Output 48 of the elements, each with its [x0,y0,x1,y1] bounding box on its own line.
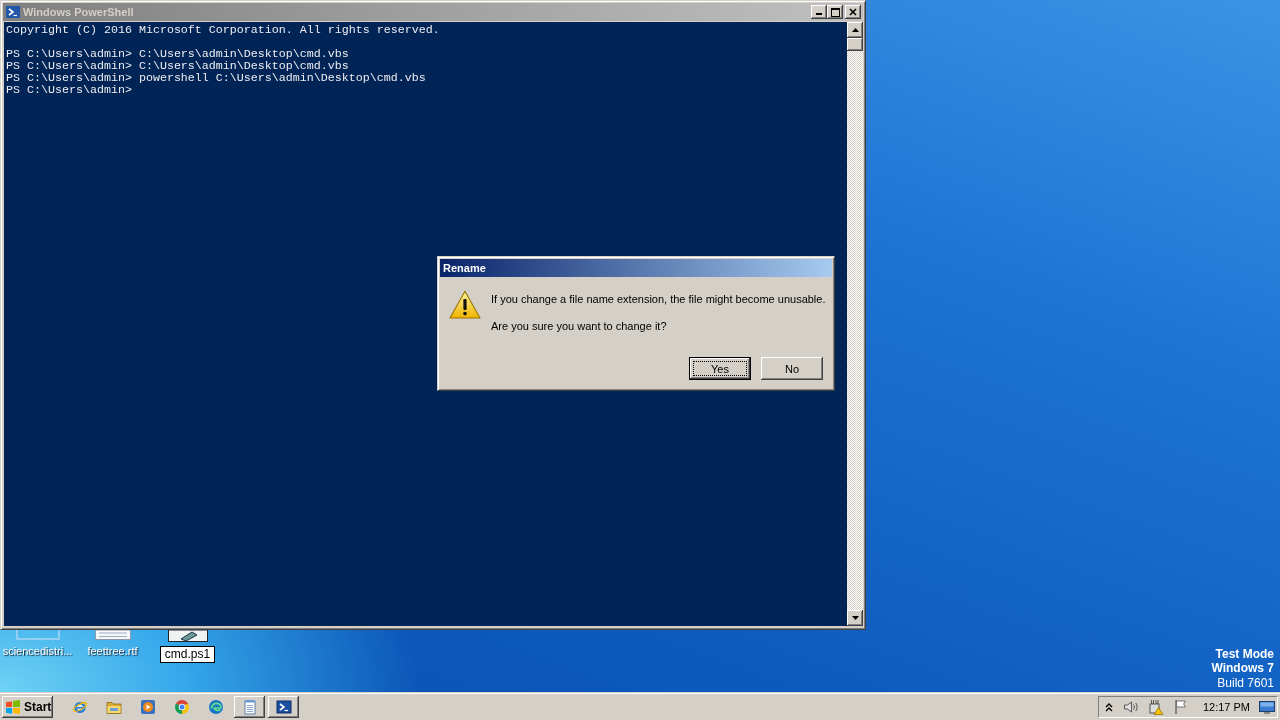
console-line: PS C:\Users\admin> powershell C:\Users\admin\Desktop\cmd.vbs [6,72,426,84]
dialog-button[interactable]: No [761,357,823,380]
close-icon [849,8,857,16]
wave-icon[interactable] [208,699,224,715]
arrow-down-icon [851,616,859,620]
folder-icon[interactable] [106,699,122,715]
close-button[interactable] [845,5,861,19]
maximize-button[interactable] [827,5,843,19]
document-icon[interactable] [94,630,131,640]
window-title: Windows PowerShell [23,6,135,18]
network-warning-icon[interactable] [1147,699,1164,715]
console-line: PS C:\Users\admin> [6,84,132,96]
scrollbar[interactable] [847,22,863,626]
console-icon [275,699,292,715]
taskbar-button[interactable] [234,696,265,718]
script-file-icon[interactable] [167,630,208,642]
rename-field[interactable]: cmd.ps1 [159,646,216,663]
taskbar-button[interactable] [268,696,299,718]
maximize-icon [830,7,840,17]
scrollbar-thumb[interactable] [847,38,863,51]
speaker-icon[interactable] [1122,699,1139,715]
minimize-button[interactable] [811,5,827,19]
console-icon [6,6,20,18]
console-line: Copyright (C) 2016 Microsoft Corporation. All rights reserved. [6,24,440,36]
chevron-up-icon[interactable] [1104,702,1113,712]
console-line: PS C:\Users\admin> C:\Users\admin\Desktop\cmd.vbs [6,48,349,60]
play-icon[interactable] [140,699,156,715]
dialog-title: Rename [443,262,486,274]
scroll-up-button[interactable] [847,22,863,38]
start-button[interactable]: Start [2,696,53,718]
tricolor-ring-icon[interactable] [174,699,190,715]
clock[interactable]: 12:17 PM [1202,701,1250,713]
warning-icon [449,290,481,319]
message-text: If you change a file name extension, the file might become unusable. [491,293,826,306]
mode-text: Test Mode [1215,647,1274,661]
arrow-up-icon [851,28,859,32]
notepad-icon [241,699,258,715]
monitor-icon[interactable] [1259,699,1275,715]
os-text: Windows 7 [1211,661,1274,675]
dialog-button[interactable]: Yes [689,357,751,380]
question-text: Are you sure you want to change it? [491,320,667,333]
console-line: PS C:\Users\admin> C:\Users\admin\Desktop\cmd.vbs [6,60,349,72]
scroll-down-button[interactable] [847,610,863,626]
globe-icon[interactable] [72,699,88,715]
flag-icon[interactable] [1172,699,1189,715]
thumbnail-icon[interactable] [15,630,60,640]
windows-flag-icon [5,699,21,715]
build-text: Build 7601 [1217,675,1274,691]
